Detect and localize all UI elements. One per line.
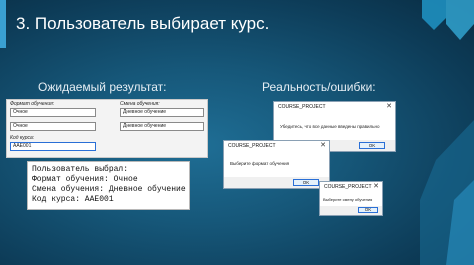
chevron-decoration [420, 0, 474, 265]
dialog-message: Выберите формат обучения [230, 161, 290, 166]
dialog-title: COURSE_PROJECT [324, 184, 372, 190]
dialog-message: Выберите смену обучения [323, 197, 373, 202]
expected-result-heading: Ожидаемый результат: [38, 80, 167, 94]
shift-required-dialog: COURSE_PROJECT ✕ Выберите смену обучения… [319, 181, 383, 216]
format-label: Формат обучения: [10, 101, 55, 107]
ok-button[interactable]: OK [358, 207, 378, 213]
close-icon[interactable]: ✕ [386, 102, 392, 110]
shift-select[interactable]: Дневное обучение [120, 122, 204, 131]
course-code-label: Код курса: [10, 135, 35, 141]
dialog-message: Убедитесь, что все данные введены правил… [280, 124, 380, 129]
ok-button[interactable]: OK [359, 142, 385, 149]
shift-label: Смена обучения: [120, 101, 160, 107]
dialog-footer: OK [224, 177, 329, 188]
format-required-dialog: COURSE_PROJECT ✕ Выберите формат обучени… [223, 140, 330, 189]
console-line: Пользователь выбрал: [32, 165, 129, 174]
presentation-slide: 3. Пользователь выбирает курс. Ожидаемый… [0, 0, 474, 265]
reality-errors-heading: Реальность/ошибки: [262, 80, 376, 94]
format-field[interactable]: Очное [10, 108, 96, 117]
console-line: Формат обучения: Очное [32, 175, 138, 184]
title-accent-bar [0, 0, 6, 48]
dialog-footer: OK [320, 206, 382, 215]
course-code-input[interactable]: AAE001 [10, 142, 96, 151]
console-output: Пользователь выбрал: Формат обучения: Оч… [27, 161, 190, 210]
close-icon[interactable]: ✕ [373, 182, 379, 190]
ok-button[interactable]: OK [293, 179, 319, 186]
format-select[interactable]: Очное [10, 122, 96, 131]
console-line: Код курса: AAE001 [32, 195, 114, 204]
console-line: Смена обучения: Дневное обучение [32, 185, 186, 194]
dialog-title: COURSE_PROJECT [228, 143, 276, 149]
close-icon[interactable]: ✕ [320, 141, 326, 149]
slide-title: 3. Пользователь выбирает курс. [16, 14, 270, 33]
shift-field[interactable]: Дневное обучение [120, 108, 204, 117]
dialog-title: COURSE_PROJECT [278, 104, 326, 110]
course-form: Формат обучения: Очное Смена обучения: Д… [6, 99, 208, 158]
